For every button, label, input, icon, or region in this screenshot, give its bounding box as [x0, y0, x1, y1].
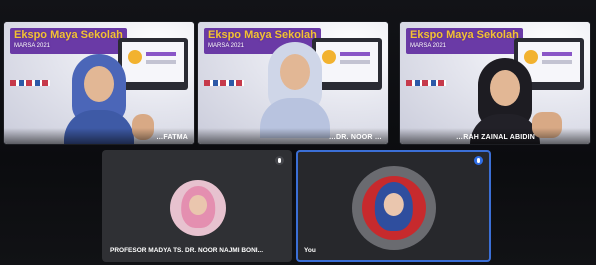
participant-video-2	[260, 40, 330, 138]
name-tag: …RAH ZAINAL ABIDIN	[400, 128, 590, 144]
participant-name: PROFESOR MADYA TS. DR. NOOR NAJMI BONI..…	[110, 247, 264, 254]
self-name: You	[304, 247, 316, 254]
sponsor-logos	[204, 80, 244, 86]
video-tile-1[interactable]: Ekspo Maya Sekolah MARSA 2021 …FATMA	[4, 22, 194, 144]
avatar-face	[189, 194, 207, 215]
slide-subtitle: MARSA 2021	[410, 43, 447, 49]
slide-title: Ekspo Maya Sekolah MARSA 2021	[10, 28, 127, 54]
name-tag: …DR. NOOR …	[198, 128, 388, 144]
meeting-grid: Ekspo Maya Sekolah MARSA 2021 …FATMA Eks…	[0, 0, 596, 265]
participant-name: …FATMA	[156, 134, 188, 141]
mic-muted-icon	[275, 156, 284, 165]
participant-tile-camera-off[interactable]: PROFESOR MADYA TS. DR. NOOR NAJMI BONI..…	[102, 150, 292, 262]
self-tile[interactable]: You	[296, 150, 491, 262]
slide-title-text: Ekspo Maya Sekolah	[14, 29, 123, 41]
mic-active-icon	[474, 156, 483, 165]
sponsor-logos	[406, 80, 446, 86]
name-tag: …FATMA	[4, 128, 194, 144]
participant-name: …RAH ZAINAL ABIDIN	[456, 134, 536, 141]
slide-title: Ekspo Maya Sekolah MARSA 2021	[406, 28, 523, 54]
avatar	[362, 176, 426, 240]
slide-subtitle: MARSA 2021	[14, 43, 51, 49]
face	[490, 70, 520, 106]
participant-name: …DR. NOOR …	[328, 134, 382, 141]
video-tile-3[interactable]: Ekspo Maya Sekolah MARSA 2021 …RAH ZAINA…	[400, 22, 590, 144]
slide-title-text: Ekspo Maya Sekolah	[410, 29, 519, 41]
avatar	[170, 180, 226, 236]
face	[280, 54, 310, 90]
video-tile-2[interactable]: Ekspo Maya Sekolah MARSA 2021 …DR. NOOR …	[198, 22, 388, 144]
face	[84, 66, 114, 102]
sponsor-logos	[10, 80, 50, 86]
